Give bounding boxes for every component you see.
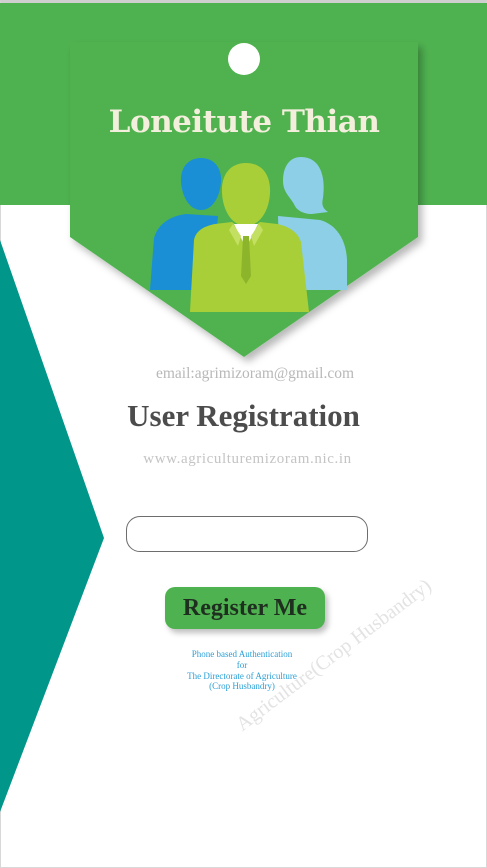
phone-number-input[interactable] xyxy=(126,516,368,552)
badge-title: Loneitute Thian xyxy=(108,104,380,140)
website-text: www.agriculturemizoram.nic.in xyxy=(143,451,352,467)
contact-email: email:agrimizoram@gmail.com xyxy=(155,365,355,382)
left-teal-arrow xyxy=(0,240,104,812)
lanyard-hole xyxy=(228,43,260,75)
page-title: User Registration xyxy=(127,398,360,433)
register-button[interactable]: Register Me xyxy=(165,587,325,629)
